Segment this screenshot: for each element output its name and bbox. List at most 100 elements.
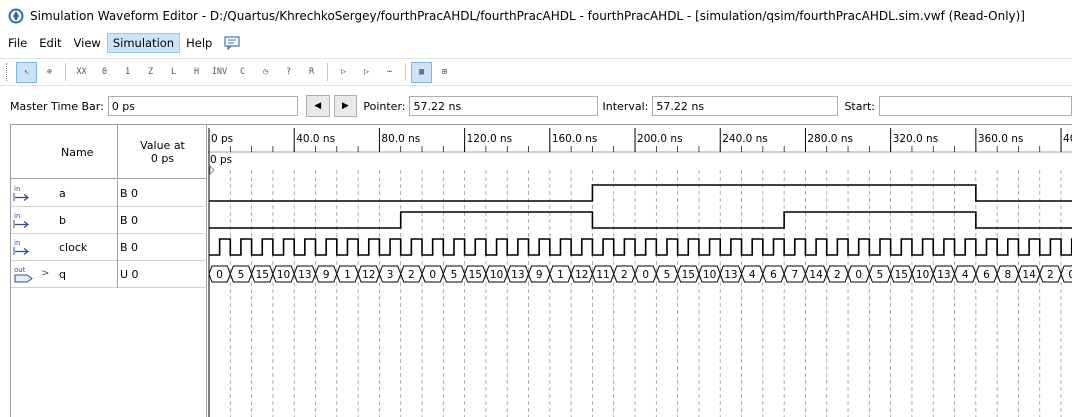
run-functional-simulation-button[interactable]: ▷ [333, 62, 354, 83]
waveform-panel[interactable]: 0 ps 40.0 ns 80.0 ns 120.0 ns 160.0 ns 200.0 … [208, 125, 1072, 417]
signal-names-panel: Name Value at 0 ps in a B 0 in b B 0 in clock B … [11, 125, 207, 417]
overwrite-clock-button[interactable]: ◷ [255, 62, 276, 83]
waveform-clock[interactable] [209, 238, 1072, 256]
bus-value-label: 15 [682, 269, 695, 281]
bus-value-label: 3 [387, 269, 394, 281]
bus-value-label: 2 [621, 269, 628, 281]
count-value-icon: C [239, 67, 246, 77]
value-column-header[interactable]: Value at 0 ps [117, 125, 207, 179]
pointer-input[interactable] [409, 96, 598, 116]
count-value-button[interactable]: C [232, 62, 253, 83]
signal-name: q [59, 268, 66, 281]
value-header-line2: 0 ps [150, 152, 175, 165]
time-tick-label: 320.0 ns [893, 133, 939, 145]
quartus-app-icon [8, 8, 24, 24]
names-header: Name Value at 0 ps [11, 125, 207, 179]
generate-netlist-button[interactable]: ⋯ [379, 62, 400, 83]
bus-value-label: 6 [770, 269, 777, 281]
toolbar-grip[interactable] [6, 63, 10, 81]
bus-value-label: 14 [809, 269, 823, 281]
selection-pointer-icon: ↖ [23, 67, 30, 77]
bus-value-label: 2 [1047, 269, 1054, 281]
start-input[interactable] [879, 96, 1072, 116]
bus-value-label: 4 [749, 269, 756, 281]
signal-value: B 0 [117, 234, 207, 261]
pointer-label: Pointer: [363, 99, 406, 113]
generate-netlist-icon: ⋯ [386, 67, 393, 77]
force-weak-high-icon: H [193, 67, 200, 77]
signal-row-clock[interactable]: in clock B 0 [11, 234, 207, 261]
signal-value: B 0 [117, 207, 207, 234]
selection-pointer-button[interactable]: ↖ [16, 61, 37, 83]
run-functional-simulation-icon: ▷ [340, 67, 347, 77]
bus-value-label: 0 [1068, 269, 1072, 281]
invert-button[interactable]: INV [209, 62, 230, 83]
value-header-line1: Value at [140, 139, 185, 152]
menu-view[interactable]: View [68, 33, 107, 53]
arbitrary-value-button[interactable]: ? [278, 62, 299, 83]
force-high-button[interactable]: 1 [117, 62, 138, 83]
force-high-impedance-button[interactable]: Z [140, 62, 161, 83]
input-pin-icon: in [13, 212, 29, 228]
force-high-icon: 1 [124, 67, 131, 77]
random-values-button[interactable]: R [301, 62, 322, 83]
force-low-button[interactable]: 0 [94, 62, 115, 83]
name-column-header[interactable]: Name [61, 146, 93, 159]
menu-simulation[interactable]: Simulation [106, 33, 181, 53]
master-time-bar-label: 0 ps [210, 154, 232, 166]
menu-edit[interactable]: Edit [33, 33, 67, 53]
waveform-canvas[interactable]: 0 ps 40.0 ns 80.0 ns 120.0 ns 160.0 ns 200.0 … [208, 125, 1072, 417]
next-transition-button[interactable]: ▶ [333, 95, 358, 117]
bus-value-label: 13 [937, 269, 950, 281]
time-tick-label: 280.0 ns [807, 133, 853, 145]
signal-name: clock [59, 241, 88, 254]
bus-value-label: 5 [451, 269, 458, 281]
help-chat-icon[interactable] [224, 36, 240, 50]
snap-to-transition-button[interactable]: ⊞ [434, 62, 455, 83]
waveform-b[interactable] [209, 211, 1072, 229]
interval-input[interactable] [652, 96, 839, 116]
pin-direction-label: in [14, 185, 20, 193]
signal-row-q[interactable]: out > q U 0 [11, 261, 207, 288]
window-title: Simulation Waveform Editor - D:/Quartus/… [30, 9, 1025, 23]
time-tick-label: 0 ps [211, 133, 233, 145]
bus-value-label: 0 [855, 269, 862, 281]
signal-row-b[interactable]: in b B 0 [11, 207, 207, 234]
bus-value-label: 0 [216, 269, 223, 281]
input-pin-icon: in [13, 239, 29, 255]
toolbar-separator [327, 63, 328, 81]
signal-value: U 0 [117, 261, 207, 288]
master-time-bar-input[interactable] [107, 96, 298, 116]
menu-file[interactable]: File [2, 33, 33, 53]
waveform-a[interactable] [209, 184, 1072, 202]
time-tick-label: 360.0 ns [978, 133, 1024, 145]
waveform-grid: Name Value at 0 ps in a B 0 in b B 0 in clock B … [10, 124, 1072, 417]
time-tick-label: 120.0 ns [467, 133, 513, 145]
zoom-button[interactable]: ⊕ [39, 62, 60, 83]
bus-value-label: 15 [469, 269, 482, 281]
previous-transition-button[interactable]: ◀ [305, 95, 330, 117]
bus-value-label: 0 [429, 269, 436, 281]
run-timing-simulation-button[interactable]: ▷ [356, 62, 377, 83]
signal-row-a[interactable]: in a B 0 [11, 180, 207, 207]
bus-value-label: 9 [536, 269, 543, 281]
time-tick-label: 240.0 ns [722, 133, 768, 145]
force-unknown-button[interactable]: XX [71, 62, 92, 83]
force-weak-high-button[interactable]: H [186, 62, 207, 83]
menu-help[interactable]: Help [180, 33, 218, 53]
random-values-icon: R [308, 67, 315, 77]
force-high-impedance-icon: Z [147, 67, 154, 77]
bus-value-label: 7 [791, 269, 798, 281]
force-weak-low-icon: L [170, 67, 177, 77]
master-marker-flag-icon [209, 165, 215, 175]
force-low-icon: 0 [101, 67, 108, 77]
time-tick-label: 200.0 ns [637, 133, 683, 145]
force-weak-low-button[interactable]: L [163, 62, 184, 83]
expand-chevron-icon[interactable]: > [41, 268, 49, 279]
title-bar: Simulation Waveform Editor - D:/Quartus/… [0, 0, 1072, 32]
master-time-bar-label: Master Time Bar: [10, 99, 104, 113]
bus-value-label: 10 [916, 269, 929, 281]
force-unknown-icon: XX [76, 67, 87, 77]
bus-value-label: 13 [511, 269, 524, 281]
snap-to-grid-button[interactable]: ▦ [411, 61, 432, 83]
